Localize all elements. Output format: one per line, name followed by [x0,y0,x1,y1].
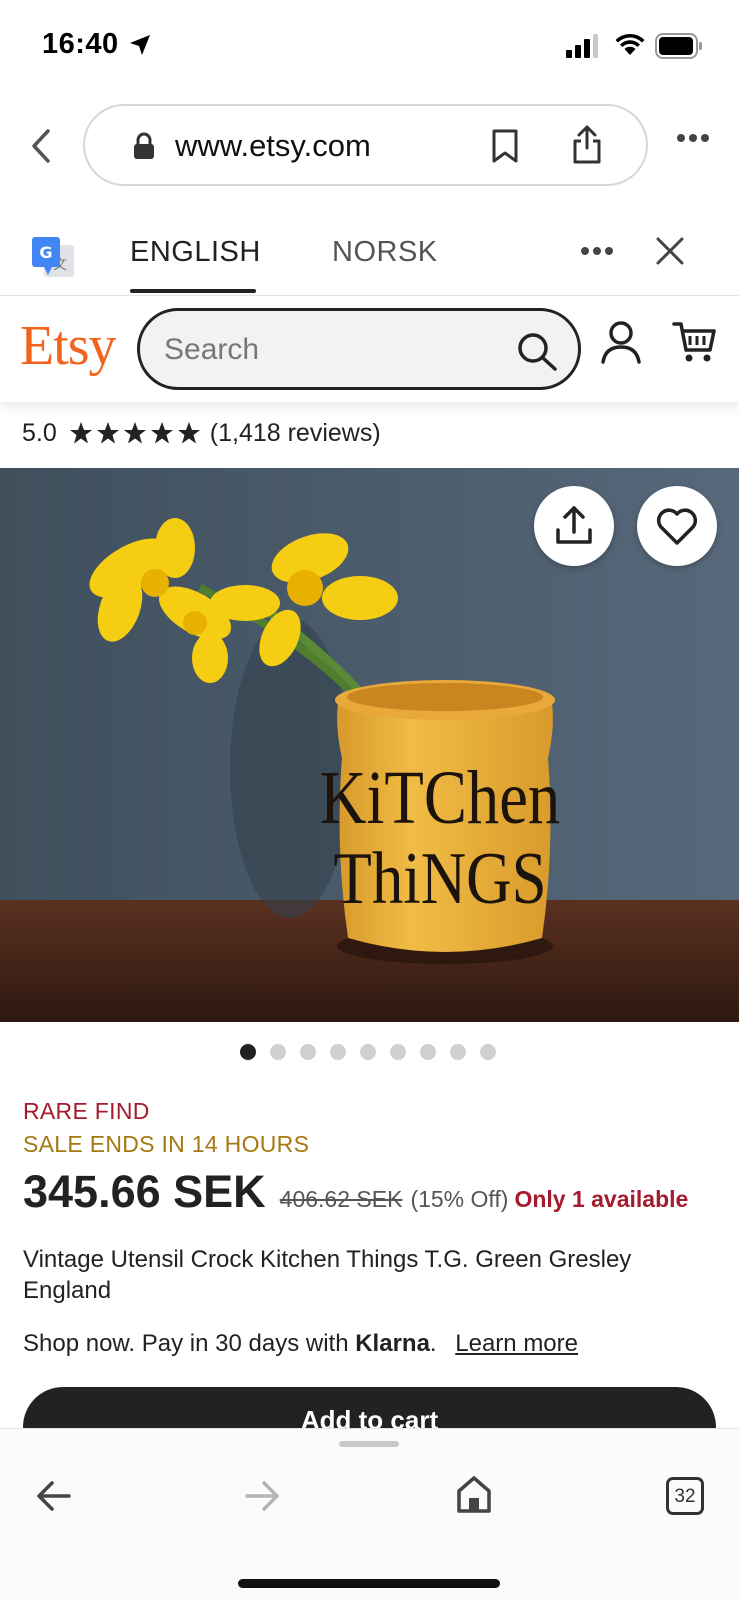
cellular-signal-icon [566,34,598,58]
status-time: 16:40 [42,28,119,60]
etsy-logo[interactable]: Etsy [20,314,117,378]
original-price: 406.62 SEK [279,1186,403,1212]
more-options-icon[interactable] [676,133,710,143]
close-icon[interactable] [655,236,685,266]
product-image[interactable]: KiTChen ThiNGS [0,468,739,1022]
status-bar: 16:40 [0,0,739,96]
review-count: (1,418 reviews) [209,418,381,447]
home-indicator[interactable] [238,1579,500,1588]
carousel-dot[interactable] [450,1044,466,1060]
browser-toolbar: 32 [0,1428,739,1600]
klarna-brand: Klarna [355,1330,430,1357]
carousel-dot[interactable] [360,1044,376,1060]
availability-label: Only 1 available [514,1186,689,1212]
carousel-dot[interactable] [270,1044,286,1060]
search-input[interactable]: Search [137,308,581,390]
battery-icon [655,33,702,59]
lock-icon [134,132,154,159]
star-icon [123,422,146,444]
location-arrow-icon [130,35,150,55]
image-carousel-dots[interactable] [240,1044,510,1060]
translate-bar: 文 G ENGLISH NORSK [0,212,739,296]
product-photo: KiTChen ThiNGS [0,468,739,1022]
user-account-icon[interactable] [600,320,642,364]
price-row: 345.66 SEK 406.62 SEK (15% Off) Only 1 a… [23,1166,688,1218]
carousel-dot[interactable] [420,1044,436,1060]
forward-arrow-icon[interactable] [244,1479,280,1513]
translate-more-icon[interactable] [580,246,614,256]
carousel-dot[interactable] [330,1044,346,1060]
back-arrow-icon[interactable] [36,1479,72,1513]
tab-english[interactable]: ENGLISH [130,236,261,269]
site-header: Etsy Search [0,296,739,402]
klarna-period: . [429,1330,437,1357]
browser-back-chevron-icon[interactable] [26,128,56,164]
learn-more-link[interactable]: Learn more [455,1330,578,1357]
share-icon[interactable] [571,124,603,164]
tabs-button[interactable]: 32 [666,1477,704,1515]
url-text: www.etsy.com [175,128,371,163]
tab-count: 32 [674,1486,696,1507]
address-bar[interactable]: www.etsy.com [83,104,648,186]
jar-text-kitchen: KiTChen [320,756,560,840]
klarna-text: Shop now. Pay in 30 days with [23,1330,349,1357]
toolbar-drag-handle[interactable] [339,1441,399,1447]
shop-rating[interactable]: 5.0 (1,418 reviews) [22,415,381,451]
favorite-button[interactable] [637,486,717,566]
bookmark-icon[interactable] [491,128,519,164]
sale-price: 345.66 SEK [23,1166,266,1217]
home-icon[interactable] [456,1475,492,1513]
svg-text:G: G [39,243,52,262]
carousel-dot[interactable] [300,1044,316,1060]
heart-icon [656,508,698,545]
star-icon [96,422,119,444]
star-icon [177,422,200,444]
carousel-dot[interactable] [480,1044,496,1060]
google-translate-icon[interactable]: 文 G [32,235,76,279]
tab-norsk[interactable]: NORSK [332,236,438,269]
klarna-promo: Shop now. Pay in 30 days with Klarna. Le… [23,1330,578,1358]
search-placeholder: Search [164,333,260,366]
rare-find-badge: RARE FIND [23,1098,150,1124]
carousel-dot[interactable] [390,1044,406,1060]
share-listing-button[interactable] [534,486,614,566]
jar-text-things: ThiNGS [333,837,546,919]
rating-value: 5.0 [22,418,57,447]
discount-label: (15% Off) [410,1186,509,1212]
search-icon[interactable] [516,331,558,373]
star-icon [69,422,92,444]
carousel-dot[interactable] [240,1044,256,1060]
star-icon [150,422,173,444]
listing-title: Vintage Utensil Crock Kitchen Things T.G… [23,1246,632,1304]
wifi-icon [615,33,645,55]
shopping-cart-icon[interactable] [672,320,716,364]
share-icon [556,506,592,544]
selected-tab-indicator [130,289,256,293]
sale-countdown: SALE ENDS IN 14 HOURS [23,1131,310,1157]
